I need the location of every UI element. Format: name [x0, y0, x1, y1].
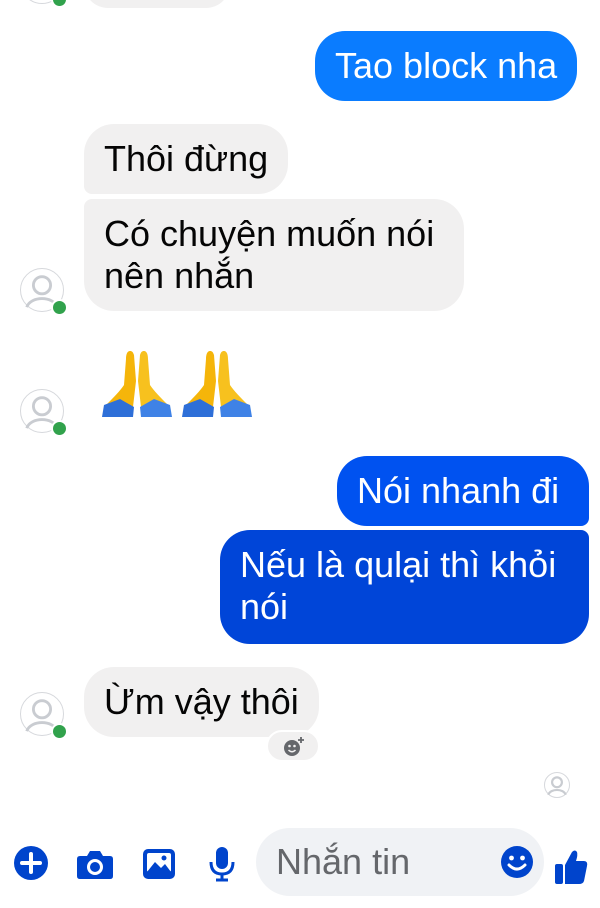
- seen-receipt-avatar: [544, 772, 570, 798]
- image-icon[interactable]: [142, 848, 176, 880]
- incoming-message[interactable]: Có chuyện muốn nói nên nhắn: [84, 199, 464, 311]
- plus-icon[interactable]: [14, 846, 48, 880]
- thumbs-up-icon[interactable]: [554, 848, 588, 886]
- online-status-dot: [51, 723, 68, 740]
- emoji-message[interactable]: [100, 345, 254, 419]
- add-reaction-button[interactable]: [266, 730, 320, 762]
- incoming-message[interactable]: Thôi đừng: [84, 124, 289, 194]
- incoming-message[interactable]: Ừm vậy thôi: [84, 667, 319, 737]
- outgoing-message[interactable]: Nói nhanh đi: [337, 456, 589, 526]
- folded-hands-icon: [182, 351, 252, 417]
- contact-avatar[interactable]: [20, 692, 68, 740]
- camera-icon[interactable]: [76, 848, 114, 880]
- outgoing-message[interactable]: Tao block nha: [315, 31, 578, 101]
- emoji-icon[interactable]: [500, 845, 534, 879]
- microphone-icon[interactable]: [208, 846, 236, 882]
- folded-hands-icon: [102, 351, 172, 417]
- online-status-dot: [51, 0, 68, 8]
- outgoing-message[interactable]: Nếu là qulại thì khỏi nói: [220, 530, 589, 644]
- add-reaction-icon: [284, 737, 304, 756]
- message-bubble-partial[interactable]: [84, 0, 230, 8]
- contact-avatar[interactable]: [20, 268, 68, 316]
- contact-avatar[interactable]: [20, 0, 68, 8]
- online-status-dot: [51, 299, 68, 316]
- online-status-dot: [51, 420, 68, 437]
- default-avatar-icon: [547, 776, 567, 796]
- contact-avatar[interactable]: [20, 389, 68, 437]
